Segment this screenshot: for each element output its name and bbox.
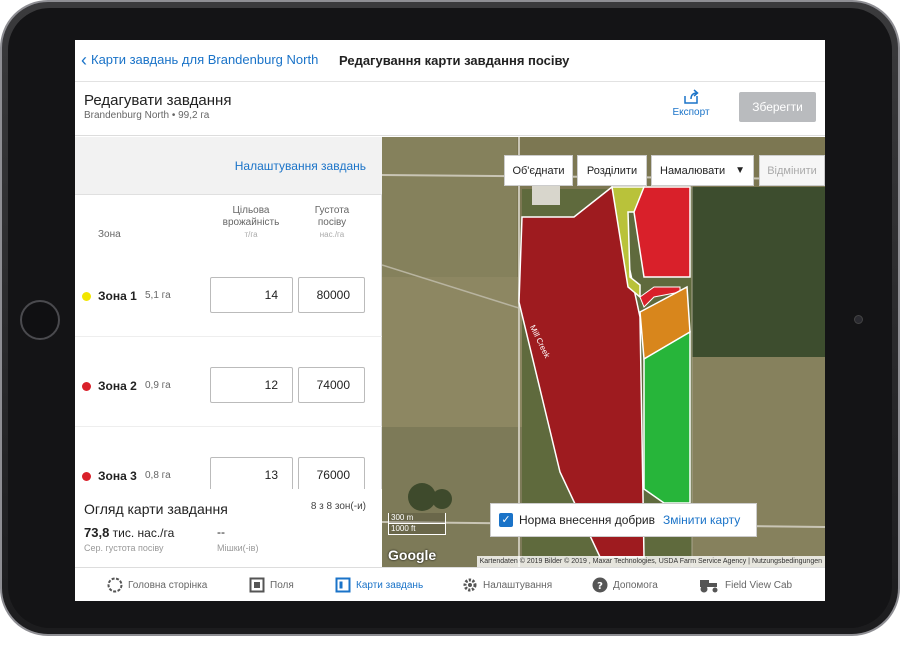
zone-area: 0,9 га: [145, 380, 171, 391]
field-subtitle: Brandenburg North • 99,2 га: [84, 110, 210, 121]
edit-title: Редагувати завдання: [84, 92, 232, 109]
back-label: Карти завдань для Brandenburg North: [91, 52, 319, 67]
zone-color-dot: [82, 292, 91, 301]
zone-polygon-green[interactable]: [643, 330, 691, 504]
zone-polygon-red-small[interactable]: [633, 186, 691, 278]
navigation-bar: ‹ Карти завдань для Brandenburg North Ре…: [75, 40, 825, 82]
zone-color-dot: [82, 382, 91, 391]
tab-prescriptions[interactable]: Карти завдань: [335, 577, 423, 593]
tab-help[interactable]: ? Допомога: [592, 577, 658, 593]
tractor-icon: [698, 577, 720, 593]
undo-button[interactable]: Відмінити: [759, 155, 825, 186]
field-icon: [249, 577, 265, 593]
export-label: Експорт: [672, 107, 710, 118]
seed-density-input[interactable]: 80000: [298, 277, 365, 313]
app-screen: ‹ Карти завдань для Brandenburg North Ре…: [75, 40, 825, 601]
tab-home[interactable]: Головна сторінка: [107, 577, 207, 593]
seed-density-input[interactable]: 76000: [298, 457, 365, 493]
help-icon: ?: [592, 577, 608, 593]
bags-label: Мішки(-ів): [217, 543, 259, 553]
back-button[interactable]: ‹ Карти завдань для Brandenburg North: [81, 49, 319, 70]
seed-density-input[interactable]: 74000: [298, 367, 365, 403]
tab-fields-label: Поля: [270, 579, 294, 591]
col-density-header: Густота посіву нас./га: [301, 205, 363, 241]
gear-icon: [462, 577, 478, 593]
split-button[interactable]: Розділити: [577, 155, 647, 186]
scale-feet: 1000 ft: [388, 524, 446, 535]
map-attribution[interactable]: Kartendaten © 2019 Bilder © 2019 , Maxar…: [476, 556, 825, 567]
chevron-left-icon: ‹: [81, 49, 87, 70]
layer-legend: ✓ Норма внесення добрив Змінити карту: [490, 503, 757, 537]
checkbox-checked-icon[interactable]: ✓: [499, 513, 513, 527]
map-scale: 300 m 1000 ft: [388, 513, 446, 535]
home-ring-icon: [107, 577, 123, 593]
zone-name: Зона 3: [98, 469, 137, 483]
zone-row[interactable]: Зона 1 5,1 га 14 80000: [75, 247, 382, 337]
target-yield-input[interactable]: 13: [210, 457, 293, 493]
overview-zone-count: 8 з 8 зон(-и): [310, 501, 366, 512]
save-button[interactable]: Зберегти: [739, 92, 816, 122]
col-density-unit: нас./га: [319, 230, 345, 239]
prescription-map-icon: [335, 577, 351, 593]
bottom-tab-bar: Головна сторінка Поля Карти завдань Нала…: [75, 567, 825, 601]
tab-home-label: Головна сторінка: [128, 579, 208, 591]
tab-field-view-cab[interactable]: Field View Cab: [698, 577, 792, 593]
avg-density-number: 73,8: [84, 525, 110, 540]
bags-value: --: [217, 525, 225, 539]
col-yield-header: Цільова врожайність т/га: [211, 205, 291, 241]
tab-field-view-cab-label: Field View Cab: [725, 579, 793, 591]
google-logo: Google: [388, 547, 437, 563]
tab-fields[interactable]: Поля: [249, 577, 294, 593]
avg-density-unit: тис. нас./га: [112, 526, 175, 540]
tab-settings-label: Налаштування: [483, 579, 553, 591]
avg-density-value: 73,8 тис. нас./га: [84, 525, 174, 540]
target-yield-input[interactable]: 12: [210, 367, 293, 403]
prescription-settings-link[interactable]: Налаштування завдань: [235, 159, 366, 173]
settings-bar: Налаштування завдань: [75, 137, 382, 195]
legend-label: Норма внесення добрив: [519, 513, 656, 527]
edit-header: Редагувати завдання Brandenburg North • …: [75, 83, 825, 136]
zone-name: Зона 1: [98, 289, 137, 303]
col-yield-unit: т/га: [244, 230, 258, 239]
zone-color-dot: [82, 472, 91, 481]
svg-text:?: ?: [597, 581, 603, 592]
export-button[interactable]: Експорт: [671, 89, 711, 118]
camera-lens: [854, 315, 863, 324]
col-zone-header: Зона: [98, 229, 121, 240]
merge-button[interactable]: Об'єднати: [504, 155, 573, 186]
overview-title: Огляд карти завдання: [84, 501, 228, 517]
home-button[interactable]: [20, 300, 60, 340]
target-yield-input[interactable]: 14: [210, 277, 293, 313]
prescription-overview: Огляд карти завдання 8 з 8 зон(-и) 73,8 …: [75, 489, 382, 569]
draw-label: Намалювати: [660, 164, 726, 177]
col-density-label: Густота посіву: [314, 205, 350, 228]
col-yield-label: Цільова врожайність: [222, 205, 280, 228]
zone-row[interactable]: Зона 2 0,9 га 12 74000: [75, 337, 382, 427]
share-icon: [684, 89, 699, 104]
tab-settings[interactable]: Налаштування: [462, 577, 552, 593]
chevron-down-icon: ▼: [735, 165, 745, 176]
change-map-link[interactable]: Змінити карту: [663, 513, 740, 527]
page-title: Редагування карти завдання посіву: [339, 53, 570, 68]
scale-meters: 300 m: [388, 513, 446, 524]
avg-density-label: Сер. густота посіву: [84, 543, 164, 553]
zone-name: Зона 2: [98, 379, 137, 393]
satellite-map[interactable]: Mill Creek Об'єднати Розділити Намалюват…: [382, 137, 825, 567]
draw-dropdown[interactable]: Намалювати ▼: [651, 155, 754, 186]
ipad-frame: ‹ Карти завдань для Brandenburg North Ре…: [0, 0, 900, 636]
zone-area: 5,1 га: [145, 290, 171, 301]
zone-area: 0,8 га: [145, 470, 171, 481]
tab-prescriptions-label: Карти завдань: [356, 579, 424, 591]
tab-help-label: Допомога: [613, 579, 658, 591]
